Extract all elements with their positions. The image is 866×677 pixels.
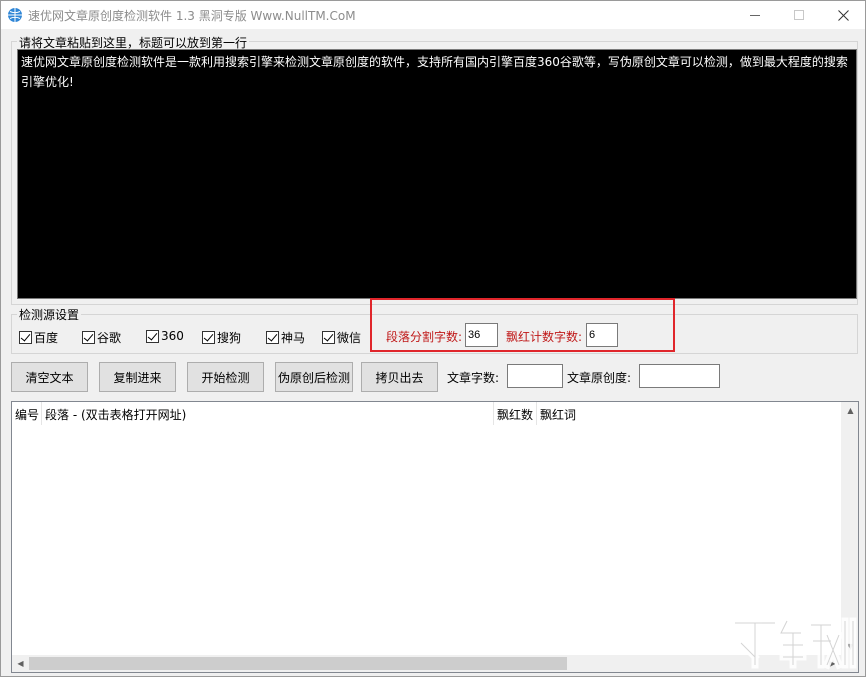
checkbox-label: 搜狗 <box>217 331 242 345</box>
close-icon <box>837 9 849 21</box>
copy-out-button[interactable]: 拷贝出去 <box>361 362 438 392</box>
column-header-paragraph[interactable]: 段落 - (双击表格打开网址) <box>42 402 494 425</box>
minimize-icon <box>750 14 760 16</box>
originality-label: 文章原创度: <box>567 371 632 385</box>
pseudo-original-check-button[interactable]: 伪原创后检测 <box>275 362 353 392</box>
clear-text-button[interactable]: 清空文本 <box>11 362 88 392</box>
checkbox-check-icon <box>322 331 335 344</box>
checkbox-check-icon <box>19 331 32 344</box>
checkbox-label: 百度 <box>34 331 59 345</box>
grid-header: 编号 段落 - (双击表格打开网址) 飘红数 飘红词 <box>12 402 842 425</box>
originality-field[interactable] <box>639 364 720 388</box>
start-check-button[interactable]: 开始检测 <box>187 362 264 392</box>
sources-group-label: 检测源设置 <box>17 306 82 323</box>
maximize-icon <box>794 10 804 20</box>
checkbox-check-icon <box>266 331 279 344</box>
globe-icon <box>8 8 22 22</box>
horizontal-scroll-thumb[interactable] <box>29 657 567 670</box>
window-title: 速优网文章原创度检测软件 1.3 黑洞专版 Www.NullTM.CoM <box>28 9 356 23</box>
word-count-label: 文章字数: <box>447 371 500 385</box>
checkbox-shenma[interactable]: 神马 <box>266 329 305 346</box>
article-textarea[interactable]: 速优网文章原创度检测软件是一款利用搜索引擎来检测文章原创度的软件，支持所有国内引… <box>17 49 857 299</box>
title-bar[interactable]: 速优网文章原创度检测软件 1.3 黑洞专版 Www.NullTM.CoM <box>1 1 865 29</box>
checkbox-baidu[interactable]: 百度 <box>19 329 58 346</box>
red-count-input[interactable] <box>586 323 618 347</box>
checkbox-label: 谷歌 <box>97 331 122 345</box>
checkbox-check-icon <box>82 331 95 344</box>
checkbox-label: 360 <box>161 329 184 343</box>
paste-in-button[interactable]: 复制进来 <box>99 362 176 392</box>
app-window: 速优网文章原创度检测软件 1.3 黑洞专版 Www.NullTM.CoM 请将文… <box>0 0 866 677</box>
checkbox-sogou[interactable]: 搜狗 <box>202 329 241 346</box>
word-count-field[interactable] <box>507 364 563 388</box>
column-header-red-words[interactable]: 飘红词 <box>537 402 842 425</box>
scroll-up-icon[interactable]: ▲ <box>842 402 859 419</box>
checkbox-google[interactable]: 谷歌 <box>82 329 121 346</box>
scroll-left-icon[interactable]: ◀ <box>12 655 29 672</box>
close-button[interactable] <box>821 1 865 29</box>
checkbox-360[interactable]: 360 <box>146 329 184 343</box>
checkbox-check-icon <box>202 331 215 344</box>
red-count-label: 飘红计数字数: <box>506 330 583 344</box>
watermark-logo-icon <box>731 616 857 670</box>
minimize-button[interactable] <box>733 1 777 29</box>
checkbox-check-icon <box>146 329 159 343</box>
split-count-input[interactable] <box>465 323 498 347</box>
checkbox-wechat[interactable]: 微信 <box>322 329 361 346</box>
checkbox-label: 神马 <box>281 331 306 345</box>
split-count-label: 段落分割字数: <box>386 330 463 344</box>
maximize-button[interactable] <box>777 1 821 29</box>
column-header-red-count[interactable]: 飘红数 <box>494 402 537 425</box>
column-header-id[interactable]: 编号 <box>12 402 42 425</box>
checkbox-label: 微信 <box>337 331 362 345</box>
